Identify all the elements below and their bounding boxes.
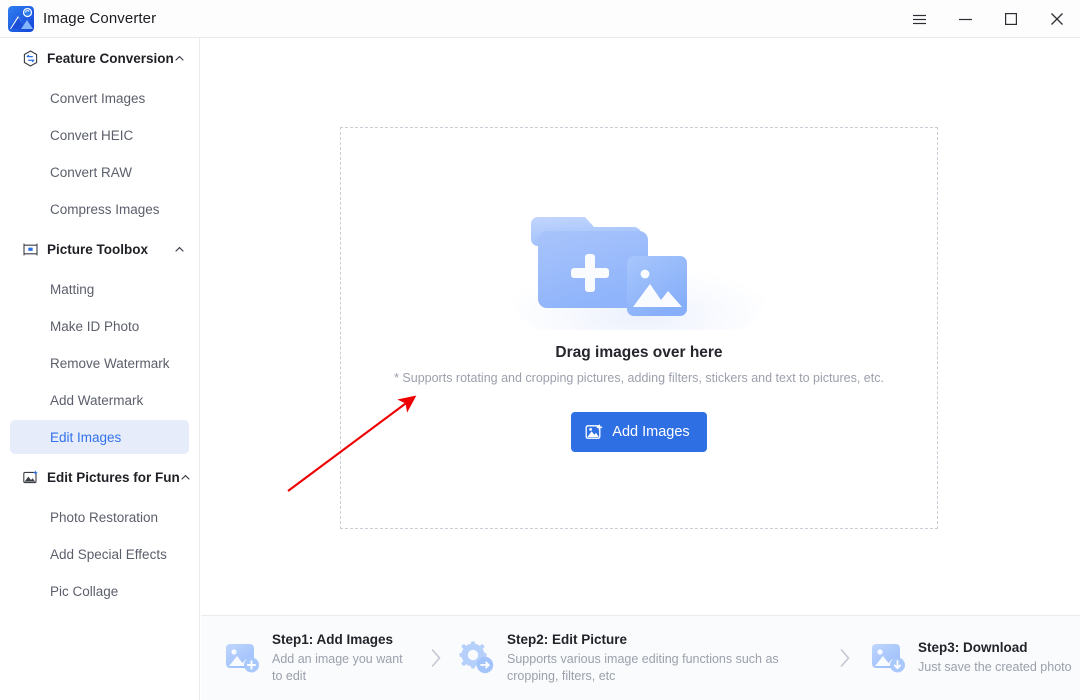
sidebar-item-photo-restoration[interactable]: Photo Restoration bbox=[10, 500, 189, 534]
sidebar-item-label: Remove Watermark bbox=[50, 355, 170, 371]
minimize-icon[interactable] bbox=[942, 0, 988, 38]
sidebar-item-label: Convert Images bbox=[50, 90, 146, 106]
image-dropzone[interactable]: Drag images over here * Supports rotatin… bbox=[340, 127, 938, 529]
add-image-icon bbox=[585, 423, 603, 441]
add-photo-icon bbox=[223, 639, 261, 677]
step-3: Step3: Download Just save the created ph… bbox=[869, 639, 1080, 677]
sidebar-item-make-id-photo[interactable]: Make ID Photo bbox=[10, 309, 189, 343]
sidebar-section-edit-pictures-for-fun[interactable]: Edit Pictures for Fun bbox=[0, 457, 199, 497]
sidebar-item-compress-images[interactable]: Compress Images bbox=[10, 192, 189, 226]
download-photo-icon bbox=[869, 639, 907, 677]
sidebar-section-label: Edit Pictures for Fun bbox=[47, 469, 180, 485]
sidebar-item-convert-images[interactable]: Convert Images bbox=[10, 81, 189, 115]
title-bar: Image Converter bbox=[0, 0, 1080, 38]
sidebar-item-add-special-effects[interactable]: Add Special Effects bbox=[10, 537, 189, 571]
sidebar-item-label: Photo Restoration bbox=[50, 509, 159, 525]
sidebar-item-add-watermark[interactable]: Add Watermark bbox=[10, 383, 189, 417]
menu-icon[interactable] bbox=[896, 0, 942, 38]
sidebar-item-label: Pic Collage bbox=[50, 583, 119, 599]
close-icon[interactable] bbox=[1034, 0, 1080, 38]
sidebar-item-convert-raw[interactable]: Convert RAW bbox=[10, 155, 189, 189]
sidebar-section-label: Feature Conversion bbox=[47, 50, 174, 66]
maximize-icon[interactable] bbox=[988, 0, 1034, 38]
folder-add-image-illustration bbox=[505, 190, 773, 348]
toolbox-icon bbox=[22, 241, 39, 258]
app-title: Image Converter bbox=[43, 10, 157, 27]
chevron-right-icon bbox=[833, 647, 857, 669]
sidebar-item-remove-watermark[interactable]: Remove Watermark bbox=[10, 346, 189, 380]
chevron-up-icon[interactable] bbox=[180, 471, 191, 483]
photo-sparkle-icon bbox=[22, 469, 39, 486]
sidebar-item-label: Add Watermark bbox=[50, 392, 144, 408]
sidebar-section-picture-toolbox[interactable]: Picture Toolbox bbox=[0, 229, 199, 269]
sidebar-section-label: Picture Toolbox bbox=[47, 241, 149, 257]
window-controls bbox=[896, 0, 1080, 38]
sidebar-item-label: Edit Images bbox=[50, 429, 122, 445]
step-1: Step1: Add Images Add an image you want … bbox=[223, 632, 406, 685]
sidebar: Feature Conversion Convert Images Conver… bbox=[0, 38, 200, 700]
steps-bar: Step1: Add Images Add an image you want … bbox=[201, 615, 1080, 700]
app-window: Image Converter Feature Conversion Conve… bbox=[0, 0, 1080, 700]
dropzone-title: Drag images over here bbox=[555, 344, 723, 361]
sidebar-item-edit-images[interactable]: Edit Images bbox=[10, 420, 189, 454]
chevron-right-icon bbox=[424, 647, 448, 669]
image-converter-logo bbox=[8, 5, 34, 32]
add-images-button[interactable]: Add Images bbox=[571, 412, 707, 452]
sidebar-item-pic-collage[interactable]: Pic Collage bbox=[10, 574, 189, 608]
add-images-button-label: Add Images bbox=[612, 424, 690, 440]
step-title: Step2: Edit Picture bbox=[507, 631, 628, 647]
step-2: Step2: Edit Picture Supports various ima… bbox=[458, 632, 827, 685]
gear-edit-icon bbox=[458, 639, 496, 677]
sidebar-item-label: Add Special Effects bbox=[50, 546, 167, 562]
sidebar-item-label: Convert HEIC bbox=[50, 127, 134, 143]
step-title: Step1: Add Images bbox=[272, 631, 394, 647]
hexagon-convert-icon bbox=[22, 49, 39, 67]
sidebar-item-matting[interactable]: Matting bbox=[10, 272, 189, 306]
sidebar-item-label: Make ID Photo bbox=[50, 318, 140, 334]
sidebar-item-convert-heic[interactable]: Convert HEIC bbox=[10, 118, 189, 152]
step-description: Just save the created photo bbox=[918, 660, 1072, 674]
step-title: Step3: Download bbox=[918, 640, 1028, 655]
step-description: Add an image you want to edit bbox=[272, 651, 403, 683]
step-description: Supports various image editing functions… bbox=[507, 651, 779, 683]
sidebar-section-feature-conversion[interactable]: Feature Conversion bbox=[0, 38, 199, 78]
main-content: Drag images over here * Supports rotatin… bbox=[201, 38, 1080, 615]
chevron-up-icon[interactable] bbox=[174, 52, 185, 64]
sidebar-item-label: Convert RAW bbox=[50, 164, 133, 180]
sidebar-item-label: Matting bbox=[50, 281, 95, 297]
chevron-up-icon[interactable] bbox=[173, 243, 185, 255]
sidebar-item-label: Compress Images bbox=[50, 201, 160, 217]
dropzone-subtitle: * Supports rotating and cropping picture… bbox=[394, 371, 884, 385]
